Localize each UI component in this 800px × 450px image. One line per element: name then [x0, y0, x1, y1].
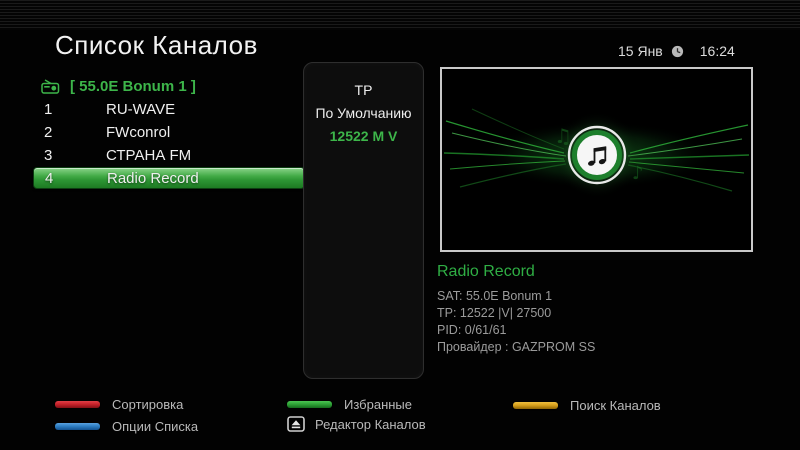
channel-number: 1 [33, 101, 106, 118]
channel-row-selected[interactable]: 4 Radio Record [33, 167, 305, 189]
legend-sort[interactable]: Сортировка [55, 397, 183, 412]
channel-number: 2 [33, 124, 106, 141]
channel-number: 4 [34, 170, 107, 187]
red-button-icon [55, 401, 100, 408]
channel-group-label: [ 55.0E Bonum 1 ] [70, 78, 196, 95]
receiver-screen: Список Каналов 15 Янв 16:24 [ 55.0E Bonu… [0, 0, 800, 450]
tp-title: ТР [304, 79, 423, 102]
tp-mode: По Умолчанию [304, 102, 423, 125]
legend-favorites-label: Избранные [344, 397, 412, 412]
legend-list-options-label: Опции Списка [112, 419, 198, 434]
channel-name: RU-WAVE [106, 101, 175, 118]
legend-search-label: Поиск Каналов [570, 398, 661, 413]
legend-editor-label: Редактор Каналов [315, 417, 426, 432]
channel-name: СТРАНА FM [106, 147, 191, 164]
channel-info-sat: SAT: 55.0E Bonum 1 [437, 288, 595, 305]
channel-group-header[interactable]: [ 55.0E Bonum 1 ] [33, 74, 305, 98]
tp-value: 12522 M V [304, 125, 423, 148]
green-button-icon [287, 401, 332, 408]
channel-info-tp: TP: 12522 |V| 27500 [437, 305, 595, 322]
page-title: Список Каналов [55, 30, 258, 61]
status-date: 15 Янв [618, 43, 663, 59]
channel-list: [ 55.0E Bonum 1 ] 1 RU-WAVE 2 FWconrol 3… [33, 74, 305, 189]
channel-info-pid: PID: 0/61/61 [437, 322, 595, 339]
channel-info-provider: Провайдер : GAZPROM SS [437, 339, 595, 356]
channel-row[interactable]: 2 FWconrol [33, 121, 305, 144]
clock-icon [671, 45, 684, 58]
legend-sort-label: Сортировка [112, 397, 183, 412]
legend-search[interactable]: Поиск Каналов [513, 398, 661, 413]
channel-name: Radio Record [107, 170, 199, 187]
channel-info: Radio Record SAT: 55.0E Bonum 1 TP: 1252… [437, 263, 595, 356]
legend-editor[interactable]: Редактор Каналов [287, 416, 426, 432]
channel-info-name: Radio Record [437, 263, 595, 281]
radio-icon [41, 79, 60, 94]
channel-name: FWconrol [106, 124, 170, 141]
channel-row[interactable]: 3 СТРАНА FM [33, 144, 305, 167]
legend-favorites[interactable]: Избранные [287, 397, 412, 412]
radio-preview-window: ♫ ♪ [440, 67, 753, 252]
channel-row[interactable]: 1 RU-WAVE [33, 98, 305, 121]
yellow-button-icon [513, 402, 558, 409]
music-note-icon: ♫ ♪ [442, 69, 751, 250]
top-scanlines [0, 0, 800, 30]
blue-button-icon [55, 423, 100, 430]
status-datetime: 15 Янв 16:24 [618, 43, 758, 59]
channel-number: 3 [33, 147, 106, 164]
eject-icon [287, 416, 305, 432]
status-time: 16:24 [700, 43, 735, 59]
transponder-panel: ТР По Умолчанию 12522 M V [303, 62, 424, 379]
legend-list-options[interactable]: Опции Списка [55, 419, 198, 434]
